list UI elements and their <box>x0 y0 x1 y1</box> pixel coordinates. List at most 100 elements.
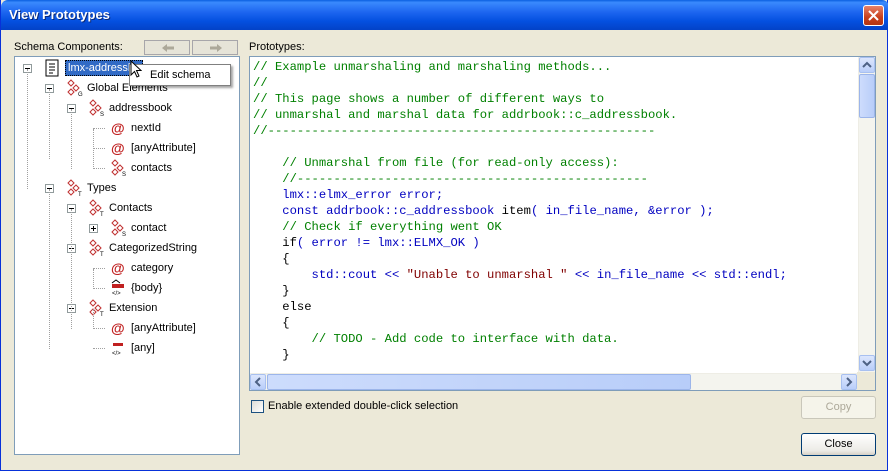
extended-selection-checkbox[interactable] <box>251 400 264 413</box>
code-token: else <box>253 300 312 314</box>
code-line: std::cout << "Unable to unmarshal " << i… <box>253 267 787 283</box>
tree-expander[interactable] <box>89 224 98 233</box>
code-line: //--------------------------------------… <box>253 123 655 139</box>
back-button[interactable] <box>144 40 190 55</box>
close-button[interactable]: Close <box>801 433 876 456</box>
code-token: // TODO - Add code to interface with dat… <box>253 332 619 346</box>
tree-item-label[interactable]: [any] <box>131 342 155 354</box>
code-line: // This page shows a number of different… <box>253 91 604 107</box>
type-icon: T <box>87 299 105 318</box>
code-line: // TODO - Add code to interface with dat… <box>253 331 619 347</box>
tree-line <box>93 269 94 289</box>
horizontal-scroll-thumb[interactable] <box>267 374 691 390</box>
tree-item-label[interactable]: addressbook <box>109 102 172 114</box>
code-line: if( error != lmx::ELMX_OK ) <box>253 235 480 251</box>
code-token: const addrbook::c_addressbook <box>253 204 502 218</box>
edit-schema-menu-item[interactable]: Edit schema <box>150 69 211 81</box>
vertical-scrollbar[interactable] <box>858 57 875 373</box>
mouse-cursor-icon <box>130 60 142 78</box>
tree-item-label[interactable]: [anyAttribute] <box>131 142 196 154</box>
tree-line <box>93 328 105 329</box>
code-line: // Check if everything went OK <box>253 219 501 235</box>
scroll-corner <box>857 372 875 390</box>
tree-line <box>71 109 72 169</box>
svg-text:T: T <box>100 212 104 217</box>
tree-line <box>93 288 105 289</box>
vertical-scroll-thumb[interactable] <box>859 74 875 118</box>
code-token: << in_file_name << std::endl; <box>567 268 787 282</box>
element-icon: S <box>87 99 105 118</box>
context-menu: Edit schema <box>129 64 231 86</box>
code-line: // Unmarshal from file (for read-only ac… <box>253 155 619 171</box>
svg-text:S: S <box>122 232 126 237</box>
global-elements-icon: G <box>65 79 83 98</box>
tree-item-label[interactable]: [anyAttribute] <box>131 322 196 334</box>
copy-button[interactable]: Copy <box>801 396 876 419</box>
scroll-up-button[interactable] <box>859 57 875 73</box>
view-prototypes-dialog: View Prototypes Schema Components: lmx-a… <box>0 0 888 471</box>
tree-line <box>93 348 105 349</box>
element-icon: S <box>109 219 127 238</box>
attribute-icon: @ <box>109 259 127 277</box>
type-icon: T <box>87 239 105 258</box>
horizontal-scrollbar[interactable] <box>250 373 858 390</box>
code-line: // unmarshal and marshal data for addrbo… <box>253 107 677 123</box>
scroll-right-button[interactable] <box>841 374 857 390</box>
code-area[interactable]: // Example unmarshaling and marshaling m… <box>253 59 858 373</box>
code-line: // <box>253 75 268 91</box>
arrow-right-icon <box>210 44 222 52</box>
schema-components-label: Schema Components: <box>14 41 123 53</box>
attribute-icon: @ <box>109 139 127 157</box>
code-token: // This page shows a number of different… <box>253 92 605 106</box>
arrow-left-icon <box>162 44 174 52</box>
tree-item-label[interactable]: {body} <box>131 282 162 294</box>
code-line: // Example unmarshaling and marshaling m… <box>253 59 611 75</box>
scroll-down-button[interactable] <box>859 355 875 371</box>
prototypes-code-view[interactable]: // Example unmarshaling and marshaling m… <box>249 56 876 391</box>
schema-tree[interactable]: lmx-addressbo G Global Elements Saddressboo… <box>14 56 240 455</box>
code-token: // <box>253 76 268 90</box>
body-icon: </> <box>109 279 127 297</box>
code-token: item <box>501 204 531 218</box>
code-token: ( in_file_name, &error ); <box>530 204 714 218</box>
forward-button[interactable] <box>192 40 238 55</box>
code-token: if <box>253 236 297 250</box>
tree-item-label[interactable]: category <box>131 262 173 274</box>
code-token: } <box>253 348 290 362</box>
code-line: } <box>253 347 290 363</box>
code-token: //--------------------------------------… <box>253 124 656 138</box>
tree-item-label[interactable]: CategorizedString <box>109 242 197 254</box>
tree-item-label[interactable]: Contacts <box>109 202 152 214</box>
code-token: lmx::elmx_error error; <box>253 188 444 202</box>
svg-text:@: @ <box>111 260 125 276</box>
scroll-left-button[interactable] <box>250 374 266 390</box>
code-line: //--------------------------------------… <box>253 171 648 187</box>
element-icon: S <box>109 159 127 178</box>
attribute-icon: @ <box>109 319 127 337</box>
svg-text:S: S <box>122 172 126 177</box>
code-line: lmx::elmx_error error; <box>253 187 443 203</box>
tree-item-label[interactable]: contact <box>131 222 166 234</box>
code-token: ( error != lmx::ELMX_OK ) <box>296 236 480 250</box>
tree-line <box>93 129 94 169</box>
tree-item-label[interactable]: Types <box>87 182 116 194</box>
tree-line <box>49 189 50 349</box>
svg-text:S: S <box>100 112 104 117</box>
code-line: { <box>253 315 290 331</box>
svg-text:</>: </> <box>112 291 121 297</box>
svg-text:@: @ <box>111 120 125 136</box>
tree-item-label[interactable]: contacts <box>131 162 172 174</box>
code-token: { <box>253 316 290 330</box>
code-token: { <box>253 252 290 266</box>
tree-line <box>93 268 105 269</box>
window-close-button[interactable] <box>863 5 884 26</box>
type-icon: T <box>87 199 105 218</box>
tree-item-label[interactable]: Extension <box>109 302 157 314</box>
code-token: // Unmarshal from file (for read-only ac… <box>253 156 619 170</box>
tree-line <box>27 69 28 189</box>
tree-line <box>93 148 105 149</box>
any-icon: </> <box>109 339 127 357</box>
tree-item-label[interactable]: nextId <box>131 122 161 134</box>
schema-icon <box>43 59 61 77</box>
svg-text:</>: </> <box>112 351 121 357</box>
